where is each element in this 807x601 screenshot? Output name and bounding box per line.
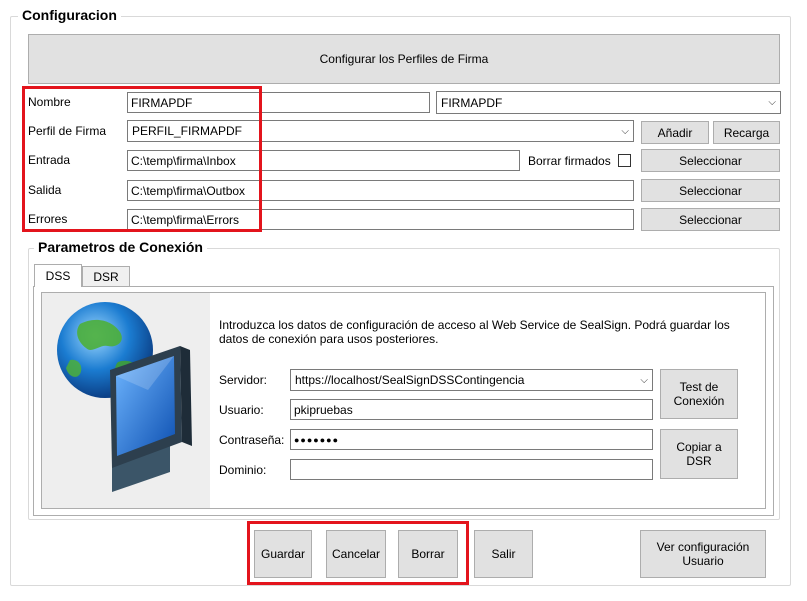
nombre-combo[interactable]: FIRMAPDF ⌵ <box>436 91 781 114</box>
dominio-label: Dominio: <box>219 463 267 477</box>
highlight-form-box <box>22 86 262 232</box>
anadir-button[interactable]: Añadir <box>641 121 709 144</box>
usuario-input[interactable]: pkipruebas <box>290 399 653 420</box>
tab-dsr[interactable]: DSR <box>82 266 130 287</box>
entrada-seleccionar-button[interactable]: Seleccionar <box>641 149 780 172</box>
recarga-button[interactable]: Recarga <box>713 121 780 144</box>
globe-monitor-icon <box>50 302 208 500</box>
salir-button[interactable]: Salir <box>474 530 533 578</box>
intro-text: Introduzca los datos de configuración de… <box>219 318 730 346</box>
contrasena-input[interactable]: ●●●●●●● <box>290 429 653 450</box>
configure-profiles-button[interactable]: Configurar los Perfiles de Firma <box>28 34 780 84</box>
dominio-input[interactable] <box>290 459 653 480</box>
servidor-value: https://localhost/SealSignDSSContingenci… <box>295 373 525 387</box>
configuracion-title: Configuracion <box>18 7 121 23</box>
contrasena-label: Contraseña: <box>219 433 285 447</box>
tab-dsr-label: DSR <box>93 270 119 284</box>
test-conexion-button[interactable]: Test de Conexión <box>660 369 738 419</box>
salida-seleccionar-button[interactable]: Seleccionar <box>641 179 780 202</box>
chevron-down-icon: ⌵ <box>640 374 648 386</box>
errores-seleccionar-button[interactable]: Seleccionar <box>641 208 780 231</box>
highlight-footer-box <box>247 521 469 585</box>
borrar-firmados-label: Borrar firmados <box>528 154 611 168</box>
borrar-firmados-checkbox[interactable] <box>618 154 631 167</box>
servidor-combo[interactable]: https://localhost/SealSignDSSContingenci… <box>290 369 653 391</box>
tab-dss-label: DSS <box>45 269 71 283</box>
chevron-down-icon: ⌵ <box>621 125 629 137</box>
chevron-down-icon: ⌵ <box>768 97 776 108</box>
tab-dss[interactable]: DSS <box>34 264 82 287</box>
connection-title: Parametros de Conexión <box>34 239 207 255</box>
servidor-label: Servidor: <box>219 373 268 387</box>
ver-configuracion-button[interactable]: Ver configuración Usuario <box>640 530 766 578</box>
nombre-combo-value: FIRMAPDF <box>441 95 503 110</box>
usuario-label: Usuario: <box>219 403 264 417</box>
copiar-dsr-button[interactable]: Copiar a DSR <box>660 429 738 479</box>
